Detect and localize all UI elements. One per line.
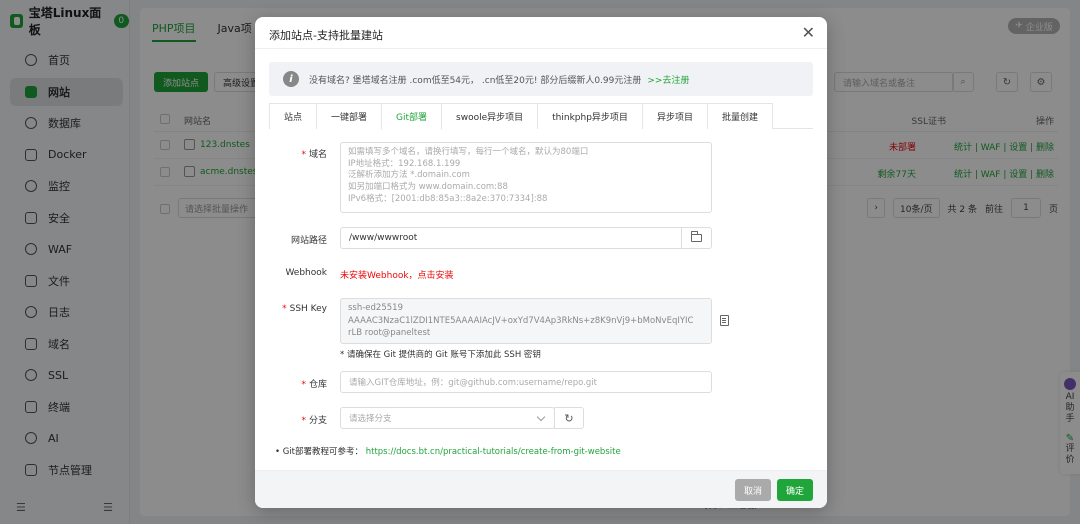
register-link[interactable]: >>去注册 xyxy=(647,73,689,86)
repo-label: * 仓库 xyxy=(301,380,327,390)
info-icon: i xyxy=(283,71,299,87)
path-label: 网站路径 xyxy=(290,236,327,246)
deploy-tabs: 站点 一键部署 Git部署 swoole异步项目 thinkphp异步项目 异步项目 批量创… xyxy=(269,103,813,130)
path-input[interactable]: /www/wwwroot xyxy=(341,228,681,248)
dialog-title: 添加站点-支持批量建站 xyxy=(269,29,383,42)
domain-label: * 域名 xyxy=(301,150,327,160)
repo-input[interactable]: 请输入GIT仓库地址，例：git@github.com:username/rep… xyxy=(340,371,712,393)
tab-3[interactable]: swoole异步项目 xyxy=(441,103,539,129)
tab-4[interactable]: thinkphp异步项目 xyxy=(537,103,643,129)
branch-placeholder: 请选择分支 xyxy=(349,414,392,424)
ssh-key-textarea[interactable]: ssh-ed25519 AAAAC3NzaC1lZDI1NTE5AAAAIAcJ… xyxy=(340,298,712,344)
tutorial-reference: • Git部署教程可参考： https://docs.bt.cn/practic… xyxy=(275,445,621,457)
reference-prefix: Git部署教程可参考： xyxy=(282,447,364,457)
notice-text: 没有域名? 堡塔域名注册 .com低至54元， .cn低至20元! 部分后缀新人… xyxy=(309,75,642,86)
webhook-label: Webhook xyxy=(285,268,327,278)
ssh-key-note: * 请确保在 Git 提供商的 Git 账号下添加此 SSH 密钥 xyxy=(340,350,541,360)
cancel-button[interactable]: 取消 xyxy=(735,479,771,501)
path-field: /www/wwwroot xyxy=(340,227,712,249)
ssh-key-text: ssh-ed25519 AAAAC3NzaC1lZDI1NTE5AAAAIAcJ… xyxy=(348,303,694,338)
install-webhook-link[interactable]: 未安装Webhook，点击安装 xyxy=(340,268,454,281)
dialog-header: 添加站点-支持批量建站 ✕ xyxy=(255,17,827,49)
confirm-button[interactable]: 确定 xyxy=(777,479,813,501)
tab-5[interactable]: 异步项目 xyxy=(641,103,708,129)
folder-icon xyxy=(690,231,702,242)
copy-icon[interactable] xyxy=(720,315,729,326)
tab-0[interactable]: 站点 xyxy=(269,103,318,129)
folder-button[interactable] xyxy=(681,228,711,248)
branch-select[interactable]: 请选择分支 xyxy=(340,407,555,429)
dialog-footer: 取消 确定 xyxy=(255,470,827,508)
branch-label: * 分支 xyxy=(301,416,327,426)
close-icon[interactable]: ✕ xyxy=(802,23,815,42)
chevron-down-icon xyxy=(536,412,546,422)
bullet: • xyxy=(275,447,283,457)
tab-2[interactable]: Git部署 xyxy=(381,103,443,130)
domain-textarea[interactable]: 如需填写多个域名，请换行填写，每行一个域名，默认为80端口 IP地址格式：192… xyxy=(340,142,712,213)
domain-notice: i 没有域名? 堡塔域名注册 .com低至54元， .cn低至20元! 部分后缀… xyxy=(269,62,813,96)
refresh-branch-icon[interactable]: ↻ xyxy=(554,407,584,429)
tutorial-link[interactable]: https://docs.bt.cn/practical-tutorials/c… xyxy=(366,447,621,457)
tab-1[interactable]: 一键部署 xyxy=(316,103,383,129)
tab-6[interactable]: 批量创建 xyxy=(706,103,773,129)
add-site-dialog: 添加站点-支持批量建站 ✕ i 没有域名? 堡塔域名注册 .com低至54元， … xyxy=(255,17,827,508)
ssh-key-label: * SSH Key xyxy=(282,304,327,314)
